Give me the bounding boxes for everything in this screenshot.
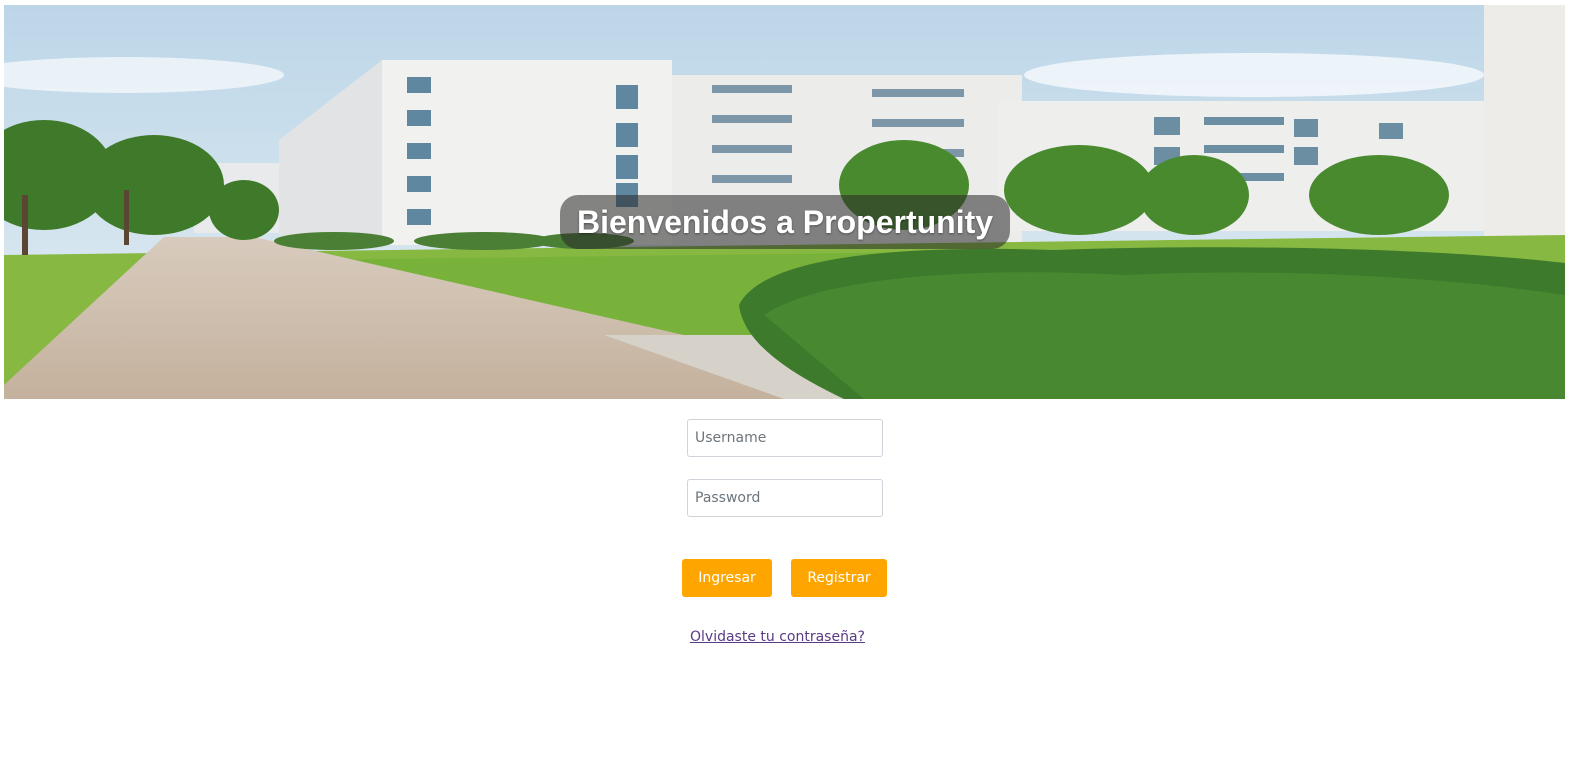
login-button[interactable]: Ingresar [682,559,772,597]
forgot-password-link[interactable]: Olvidaste tu contraseña? [690,629,865,645]
hero-title: Bienvenidos a Propertunity [560,195,1010,249]
username-input[interactable] [687,419,883,457]
password-input[interactable] [687,479,883,517]
register-button[interactable]: Registrar [791,559,887,597]
hero-banner: Bienvenidos a Propertunity [4,5,1565,399]
